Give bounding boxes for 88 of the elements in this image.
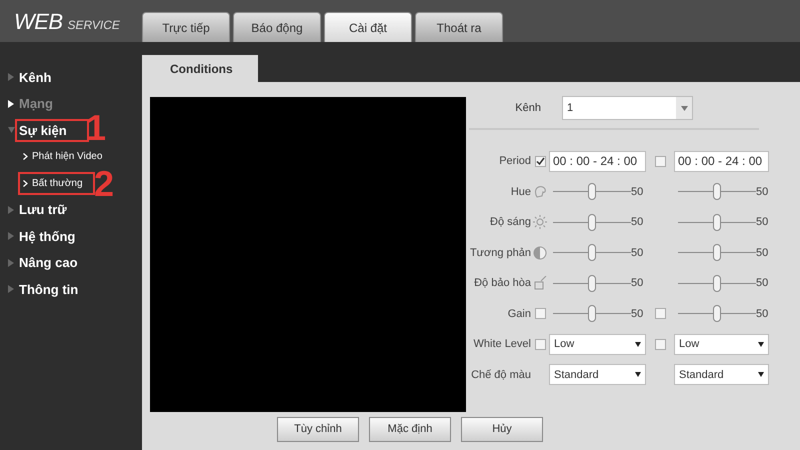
annotation-number: 2 (94, 166, 114, 202)
slider[interactable] (553, 183, 631, 200)
time-range-field[interactable]: 00 : 00 - 24 : 00 (674, 150, 769, 172)
field-label: Gain (506, 306, 531, 322)
field-label: Độ bảo hòa (473, 276, 531, 291)
slider[interactable] (553, 214, 631, 231)
field-label: Hue (510, 184, 531, 200)
nav-tab[interactable]: Trực tiếp (142, 12, 230, 42)
sidebar-item[interactable]: Kênh (17, 68, 54, 87)
dropdown-button[interactable] (676, 97, 692, 119)
time-range-field[interactable]: 00 : 00 - 24 : 00 (549, 150, 646, 172)
checkbox[interactable] (654, 338, 666, 350)
checkbox[interactable] (654, 308, 666, 320)
slider-value: 50 (756, 246, 768, 260)
sidebar-item[interactable]: Thông tin (17, 280, 80, 299)
sidebar-item[interactable]: Lưu trữ (17, 200, 69, 220)
select-value: Standard (554, 368, 599, 382)
action-button[interactable]: Mặc định (369, 417, 451, 442)
subtab[interactable]: Conditions (142, 55, 258, 82)
action-button[interactable]: Tùy chỉnh (277, 417, 359, 442)
logo-subtext: SERVICE (67, 16, 120, 34)
slider-thumb[interactable] (588, 244, 596, 262)
slider-value: 50 (756, 184, 768, 200)
caret-icon (635, 342, 641, 347)
slider[interactable] (678, 214, 756, 231)
slider[interactable] (678, 183, 756, 200)
checkbox[interactable] (534, 308, 546, 320)
checkbox[interactable] (534, 338, 546, 350)
slider-thumb[interactable] (713, 244, 721, 262)
nav-tab[interactable]: Cài đặt (324, 12, 412, 42)
dropdown[interactable]: Low (549, 334, 646, 355)
slider-value: 50 (756, 215, 768, 230)
field-label: Tương phản (469, 246, 531, 260)
channel-select[interactable]: 1 (562, 96, 693, 120)
caret-icon (635, 372, 641, 378)
field-label: Chế độ màu (470, 368, 531, 382)
sidebar-subitem[interactable]: Phát hiện Video (20, 147, 106, 166)
caret-icon (680, 106, 688, 110)
slider-thumb[interactable] (713, 305, 721, 322)
select-value: Low (679, 337, 700, 352)
nav-tab[interactable]: Báo động (233, 12, 321, 42)
sun-icon (533, 215, 547, 230)
slider-value: 50 (631, 306, 644, 322)
slider[interactable] (553, 305, 631, 322)
field-label: White Level (472, 337, 531, 352)
slider[interactable] (678, 305, 756, 322)
annotation-number: 1 (86, 110, 106, 146)
slider-thumb[interactable] (588, 214, 596, 231)
slider-thumb[interactable] (713, 183, 721, 200)
slider-value: 50 (631, 276, 644, 291)
slider-thumb[interactable] (713, 274, 721, 292)
slider[interactable] (553, 274, 631, 292)
caret-icon (758, 372, 764, 378)
action-button[interactable]: Hủy (461, 417, 543, 442)
slider-thumb[interactable] (713, 214, 721, 231)
slider-thumb[interactable] (588, 183, 596, 200)
field-label: Độ sáng (489, 215, 531, 230)
slider-value: 50 (631, 184, 644, 200)
dropdown[interactable]: Low (674, 334, 769, 355)
slider[interactable] (678, 274, 756, 292)
slider[interactable] (678, 244, 756, 262)
slider-thumb[interactable] (588, 274, 596, 292)
sidebar-item[interactable]: Nâng cao (17, 253, 80, 272)
chevron-icon (23, 153, 28, 160)
dropdown[interactable]: Standard (674, 364, 769, 386)
dropdown[interactable]: Standard (549, 364, 646, 386)
slider-value: 50 (631, 246, 644, 260)
slider[interactable] (553, 244, 631, 262)
select-value: Standard (679, 368, 724, 382)
checkbox[interactable] (534, 156, 546, 167)
checkbox[interactable] (654, 156, 666, 167)
chevron-icon (23, 180, 28, 187)
select-value: Low (554, 337, 574, 352)
sidebar-item[interactable]: Mạng (17, 94, 55, 114)
sidebar-subitem[interactable]: Bất thường (20, 174, 93, 193)
field-label: Period (498, 154, 531, 169)
caret-icon (758, 342, 764, 347)
sidebar-item[interactable]: Sự kiện (17, 120, 87, 140)
slider-value: 50 (756, 306, 768, 322)
select-value: 1 (567, 100, 574, 116)
sidebar-item[interactable]: Hệ thống (17, 226, 78, 246)
contrast-icon (533, 246, 547, 260)
slider-value: 50 (631, 215, 644, 230)
slider-value: 50 (756, 276, 768, 291)
slider-thumb[interactable] (588, 305, 596, 322)
field-label: Kênh (514, 100, 542, 116)
logo-text: WEB (14, 8, 62, 36)
nav-tab[interactable]: Thoát ra (415, 12, 503, 42)
